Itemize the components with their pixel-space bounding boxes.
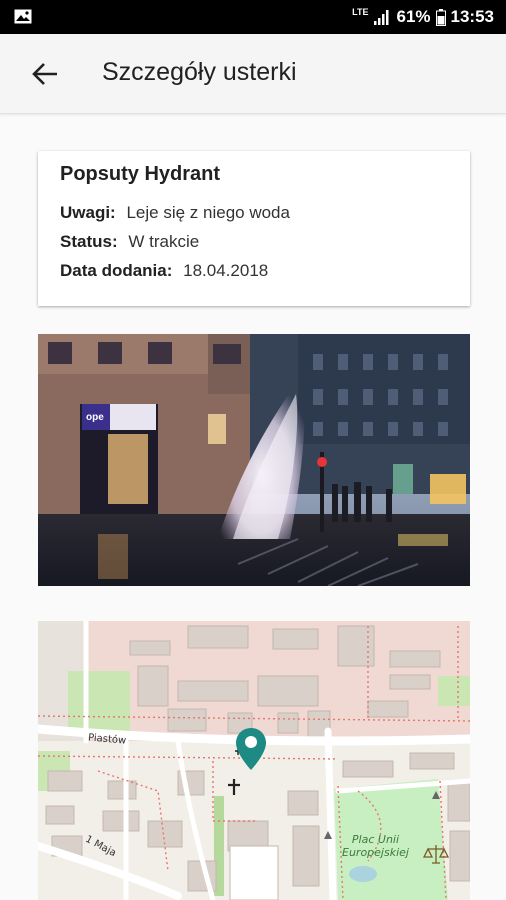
date-row: Data dodania: 18.04.2018 bbox=[60, 261, 268, 281]
notes-label: Uwagi: bbox=[60, 203, 116, 222]
signal-icon bbox=[374, 10, 389, 25]
shop-sign-text: ope bbox=[86, 412, 104, 423]
clock: 13:53 bbox=[450, 7, 494, 26]
app-bar: Szczegóły usterki bbox=[0, 34, 506, 114]
park-label-line1: Plac Unii bbox=[351, 833, 400, 846]
status-row: Status: W trakcie bbox=[60, 232, 199, 252]
page-title: Szczegóły usterki bbox=[102, 58, 297, 86]
hydrant-photo-illustration: ope bbox=[38, 334, 470, 586]
location-pin-icon[interactable] bbox=[235, 727, 267, 771]
issue-details-card: Popsuty Hydrant Uwagi: Leje się z niego … bbox=[38, 151, 470, 306]
status-bar: LTE 61% 13:53 bbox=[0, 0, 506, 34]
arrow-back-icon[interactable] bbox=[28, 58, 62, 90]
issue-photo[interactable]: ope bbox=[38, 334, 470, 586]
status-icons: LTE 61% 13:53 bbox=[352, 0, 494, 34]
image-icon bbox=[14, 9, 32, 24]
issue-location-map[interactable]: Piastów 1 Maja Plac Unii Europejskiej bbox=[38, 621, 470, 900]
status-label: Status: bbox=[60, 232, 118, 251]
park-label-line2: Europejskiej bbox=[342, 846, 409, 859]
date-label: Data dodania: bbox=[60, 261, 173, 280]
notes-value: Leje się z niego woda bbox=[126, 203, 290, 222]
park-label: Plac Unii Europejskiej bbox=[342, 833, 409, 859]
date-value: 18.04.2018 bbox=[183, 261, 269, 280]
network-type: LTE bbox=[352, 6, 369, 17]
battery-percent: 61% bbox=[396, 7, 431, 26]
battery-icon bbox=[435, 8, 446, 26]
status-value: W trakcie bbox=[128, 232, 200, 251]
issue-name: Popsuty Hydrant bbox=[60, 163, 221, 185]
notes-row: Uwagi: Leje się z niego woda bbox=[60, 203, 290, 223]
